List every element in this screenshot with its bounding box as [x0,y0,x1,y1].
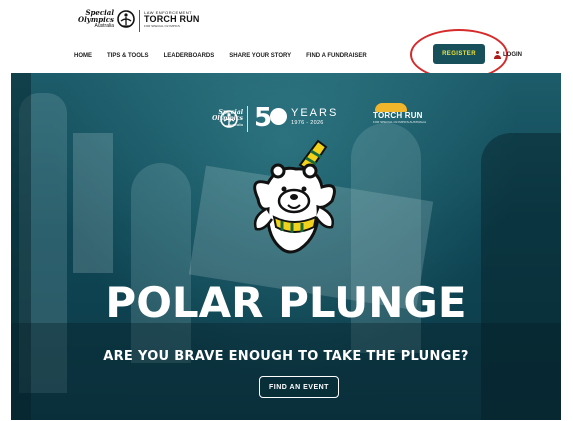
user-icon [494,51,501,59]
nav-share-your-story[interactable]: SHARE YOUR STORY [229,50,291,62]
nav-tips-tools[interactable]: TIPS & TOOLS [107,50,149,62]
register-button[interactable]: REGISTER [433,44,485,64]
special-olympics-emblem-icon [117,10,135,28]
nav-find-a-fundraiser[interactable]: FIND A FUNDRAISER [306,50,367,62]
hero-title: POLAR PLUNGE [105,278,467,327]
hero-special-olympics-emblem-icon [220,110,238,128]
main-nav: HOME TIPS & TOOLS LEADERBOARDS SHARE YOU… [74,50,382,62]
hero-tagline: ARE YOU BRAVE ENOUGH TO TAKE THE PLUNGE? [103,349,469,364]
polar-bear-mascot-icon [253,139,336,254]
hero-bg-bottom-shade [11,323,561,420]
hero-bg-building [73,133,113,273]
login-link[interactable]: LOGIN [494,49,522,61]
logo-divider [139,10,140,32]
hero-banner: Special Olympics Australia 5 YEARS 1976 … [11,73,561,420]
special-olympics-wordmark: Special Olympics Australia [78,8,114,29]
hero-logo-divider [247,106,248,132]
fifty-zero-emblem [270,108,287,125]
site-logo[interactable]: Special Olympics Australia LAW ENFORCEME… [72,8,212,38]
find-an-event-button[interactable]: FIND AN EVENT [259,376,339,398]
nav-home[interactable]: HOME [74,50,92,62]
torch-run-logo: LAW ENFORCEMENT TORCH RUN FOR SPECIAL OL… [144,10,200,28]
hero-torch-run-logo: TORCH RUN FOR SPECIAL OLYMPICS AUSTRALIA [373,103,426,124]
nav-leaderboards[interactable]: LEADERBOARDS [164,50,215,62]
login-label: LOGIN [503,52,522,58]
